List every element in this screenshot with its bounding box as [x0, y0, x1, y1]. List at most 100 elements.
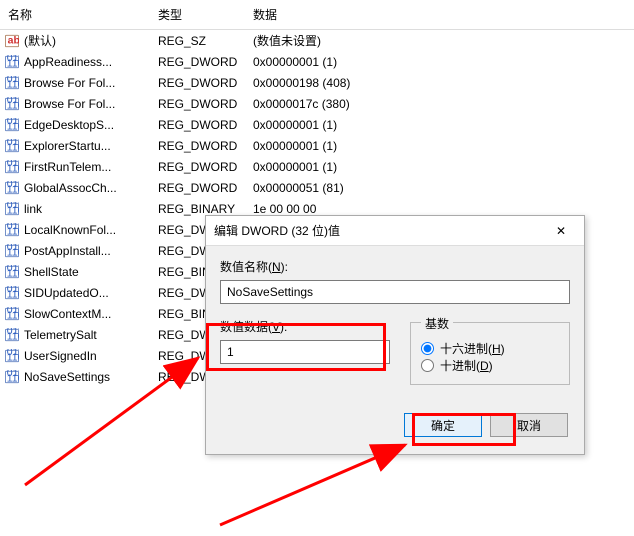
- table-row[interactable]: 011110 EdgeDesktopS... REG_DWORD0x00000001…: [0, 114, 634, 135]
- radix-hex-radio[interactable]: [421, 342, 434, 355]
- registry-header-row: 名称 类型 数据: [0, 0, 634, 30]
- cell-type: REG_DWORD: [154, 118, 249, 132]
- cell-data: 0x00000001 (1): [249, 160, 630, 174]
- cell-type: REG_SZ: [154, 34, 249, 48]
- table-row[interactable]: 011110 Browse For Fol... REG_DWORD0x000001…: [0, 72, 634, 93]
- value-name-group: 数值名称(N):: [220, 258, 570, 304]
- cell-name: GlobalAssocCh...: [24, 181, 117, 195]
- radix-dec-label[interactable]: 十进制(D): [440, 357, 493, 374]
- cell-data: 0x00000001 (1): [249, 139, 630, 153]
- col-header-name[interactable]: 名称: [0, 4, 150, 25]
- binary-value-icon: 011110: [4, 160, 20, 174]
- svg-text:110: 110: [7, 351, 19, 363]
- cell-type: REG_DWORD: [154, 181, 249, 195]
- table-row[interactable]: ab (默认) REG_SZ(数值未设置): [0, 30, 634, 51]
- svg-text:110: 110: [7, 309, 19, 321]
- cell-name: Browse For Fol...: [24, 76, 115, 90]
- cell-name: LocalKnownFol...: [24, 223, 116, 237]
- svg-text:110: 110: [7, 246, 19, 258]
- svg-text:110: 110: [7, 204, 19, 216]
- binary-value-icon: 011110: [4, 76, 20, 90]
- table-row[interactable]: 011110 AppReadiness... REG_DWORD0x00000001…: [0, 51, 634, 72]
- cell-name: TelemetrySalt: [24, 328, 97, 342]
- value-data-input[interactable]: [220, 340, 390, 364]
- cell-name: SIDUpdatedO...: [24, 286, 109, 300]
- cell-name: UserSignedIn: [24, 349, 97, 363]
- cell-name: PostAppInstall...: [24, 244, 111, 258]
- string-value-icon: ab: [4, 34, 20, 48]
- binary-value-icon: 011110: [4, 97, 20, 111]
- binary-value-icon: 011110: [4, 55, 20, 69]
- cell-name: EdgeDesktopS...: [24, 118, 114, 132]
- value-name-input[interactable]: [220, 280, 570, 304]
- dialog-button-row: 确定 取消: [220, 413, 570, 437]
- col-header-data[interactable]: 数据: [245, 4, 634, 25]
- cell-type: REG_DWORD: [154, 76, 249, 90]
- table-row[interactable]: 011110 Browse For Fol... REG_DWORD0x000001…: [0, 93, 634, 114]
- dialog-body: 数值名称(N): 数值数据(V): 基数 十六进制(H) 十进制(D): [206, 246, 584, 449]
- svg-text:110: 110: [7, 183, 19, 195]
- svg-text:110: 110: [7, 267, 19, 279]
- cell-data: 0x00000051 (81): [249, 181, 630, 195]
- svg-text:110: 110: [7, 57, 19, 69]
- cell-data: 1e 00 00 00: [249, 202, 630, 216]
- dialog-titlebar: 编辑 DWORD (32 位)值 ✕: [206, 216, 584, 246]
- binary-value-icon: 011110: [4, 139, 20, 153]
- cell-data: (数值未设置): [249, 32, 630, 49]
- svg-text:110: 110: [7, 78, 19, 90]
- close-button[interactable]: ✕: [546, 219, 576, 243]
- binary-value-icon: 011110: [4, 265, 20, 279]
- binary-value-icon: 011110: [4, 244, 20, 258]
- radix-dec-radio[interactable]: [421, 359, 434, 372]
- cell-name: FirstRunTelem...: [24, 160, 111, 174]
- cell-type: REG_DWORD: [154, 55, 249, 69]
- radix-fieldset: 基数 十六进制(H) 十进制(D): [410, 322, 570, 385]
- dialog-title: 编辑 DWORD (32 位)值: [214, 222, 340, 239]
- cancel-button[interactable]: 取消: [490, 413, 568, 437]
- cell-type: REG_DWORD: [154, 97, 249, 111]
- cell-data: 0x00000001 (1): [249, 55, 630, 69]
- value-data-label: 数值数据(V):: [220, 318, 390, 335]
- svg-text:110: 110: [7, 288, 19, 300]
- cell-name: NoSaveSettings: [24, 370, 110, 384]
- radix-hex-label[interactable]: 十六进制(H): [440, 340, 505, 357]
- binary-value-icon: 011110: [4, 202, 20, 216]
- svg-text:110: 110: [7, 372, 19, 384]
- cell-type: REG_DWORD: [154, 160, 249, 174]
- cell-type: REG_DWORD: [154, 139, 249, 153]
- binary-value-icon: 011110: [4, 118, 20, 132]
- cell-name: ShellState: [24, 265, 79, 279]
- svg-text:110: 110: [7, 330, 19, 342]
- cell-name: ExplorerStartu...: [24, 139, 111, 153]
- radix-legend: 基数: [421, 315, 453, 332]
- binary-value-icon: 011110: [4, 307, 20, 321]
- cell-data: 0x00000198 (408): [249, 76, 630, 90]
- edit-dword-dialog: 编辑 DWORD (32 位)值 ✕ 数值名称(N): 数值数据(V): 基数 …: [205, 215, 585, 455]
- binary-value-icon: 011110: [4, 223, 20, 237]
- binary-value-icon: 011110: [4, 286, 20, 300]
- svg-text:110: 110: [7, 120, 19, 132]
- svg-text:110: 110: [7, 99, 19, 111]
- table-row[interactable]: 011110 GlobalAssocCh... REG_DWORD0x0000005…: [0, 177, 634, 198]
- cell-data: 0x00000001 (1): [249, 118, 630, 132]
- value-name-label: 数值名称(N):: [220, 258, 570, 275]
- svg-text:110: 110: [7, 162, 19, 174]
- binary-value-icon: 011110: [4, 181, 20, 195]
- cell-name: AppReadiness...: [24, 55, 112, 69]
- table-row[interactable]: 011110 ExplorerStartu... REG_DWORD0x000000…: [0, 135, 634, 156]
- svg-text:110: 110: [7, 141, 19, 153]
- cell-type: REG_BINARY: [154, 202, 249, 216]
- cell-data: 0x0000017c (380): [249, 97, 630, 111]
- binary-value-icon: 011110: [4, 328, 20, 342]
- col-header-type[interactable]: 类型: [150, 4, 245, 25]
- binary-value-icon: 011110: [4, 370, 20, 384]
- close-icon: ✕: [556, 224, 566, 238]
- cell-name: Browse For Fol...: [24, 97, 115, 111]
- svg-text:110: 110: [7, 225, 19, 237]
- cell-name: SlowContextM...: [24, 307, 111, 321]
- table-row[interactable]: 011110 FirstRunTelem... REG_DWORD0x0000000…: [0, 156, 634, 177]
- cell-name: (默认): [24, 32, 56, 49]
- svg-text:ab: ab: [8, 34, 19, 46]
- ok-button[interactable]: 确定: [404, 413, 482, 437]
- binary-value-icon: 011110: [4, 349, 20, 363]
